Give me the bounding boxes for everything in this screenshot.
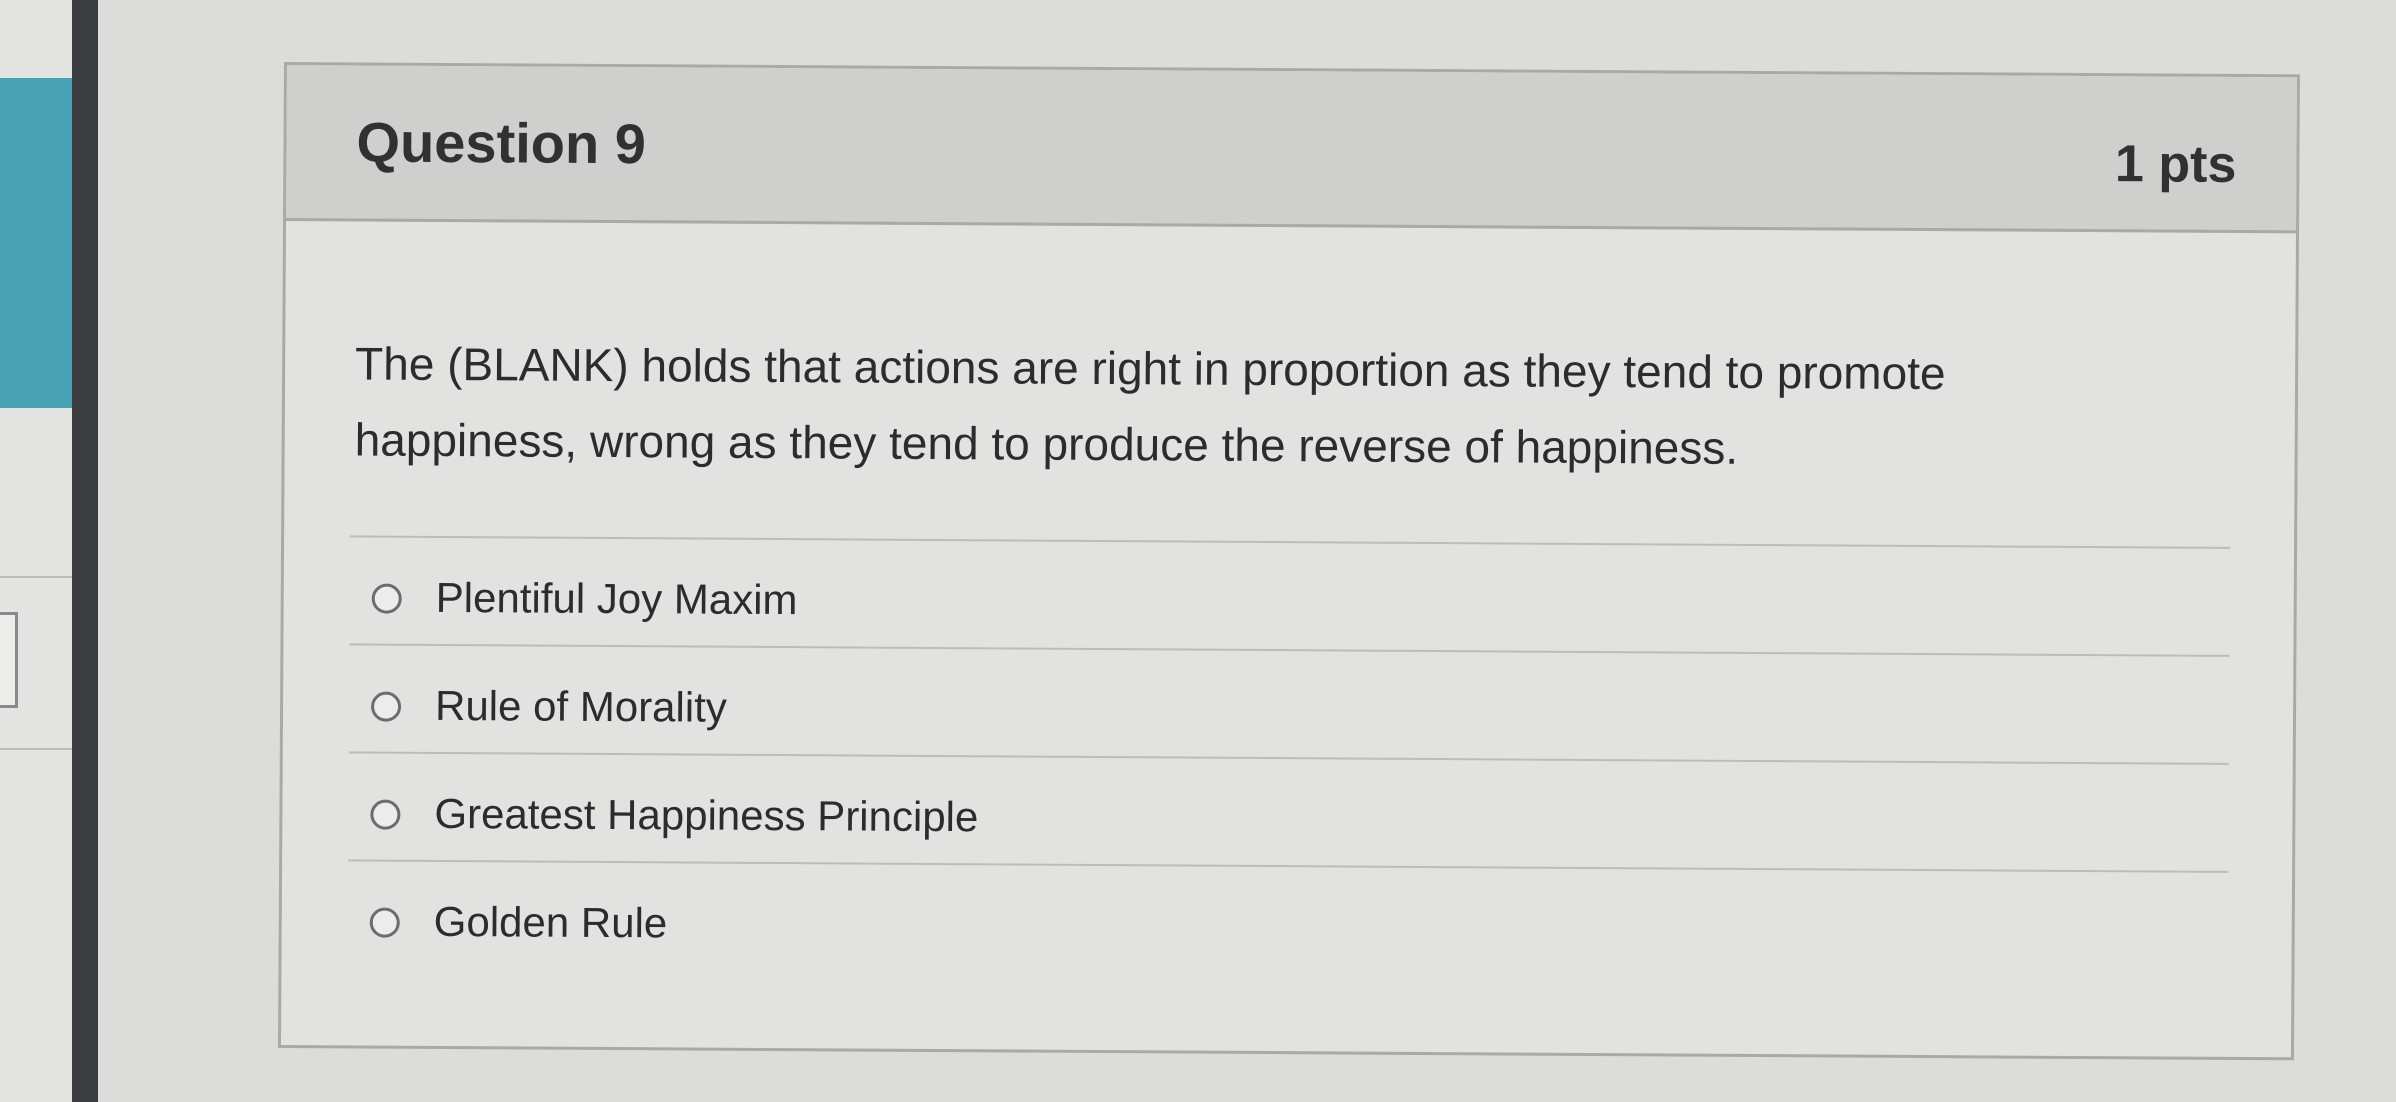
answer-label[interactable]: Rule of Morality [435, 682, 727, 732]
answer-list: Plentiful Joy Maxim Rule of Morality Gre… [347, 535, 2231, 979]
question-card: Question 9 1 pts The (BLANK) holds that … [277, 62, 2300, 1061]
left-panel-widget[interactable] [0, 612, 18, 708]
question-header: Question 9 1 pts [286, 65, 2297, 234]
radio-button-icon[interactable] [371, 583, 402, 614]
radio-button-icon[interactable] [370, 691, 402, 722]
left-panel-divider [0, 748, 78, 750]
answer-option[interactable]: Golden Rule [347, 859, 2229, 979]
left-panel-divider [0, 576, 78, 578]
answer-option[interactable]: Plentiful Joy Maxim [349, 535, 2231, 655]
accent-bar [0, 78, 72, 408]
answer-option[interactable]: Greatest Happiness Principle [348, 751, 2229, 871]
answer-label[interactable]: Golden Rule [434, 898, 668, 947]
answer-label[interactable]: Greatest Happiness Principle [434, 790, 978, 841]
question-points: 1 pts [2114, 135, 2237, 194]
question-title: Question 9 [356, 110, 647, 176]
radio-button-icon[interactable] [369, 907, 400, 938]
radio-button-icon[interactable] [370, 799, 401, 830]
question-text: The (BLANK) holds that actions are right… [354, 337, 1946, 474]
window-divider [72, 0, 98, 1102]
answer-label[interactable]: Plentiful Joy Maxim [436, 574, 798, 624]
answer-option[interactable]: Rule of Morality [348, 643, 2230, 763]
